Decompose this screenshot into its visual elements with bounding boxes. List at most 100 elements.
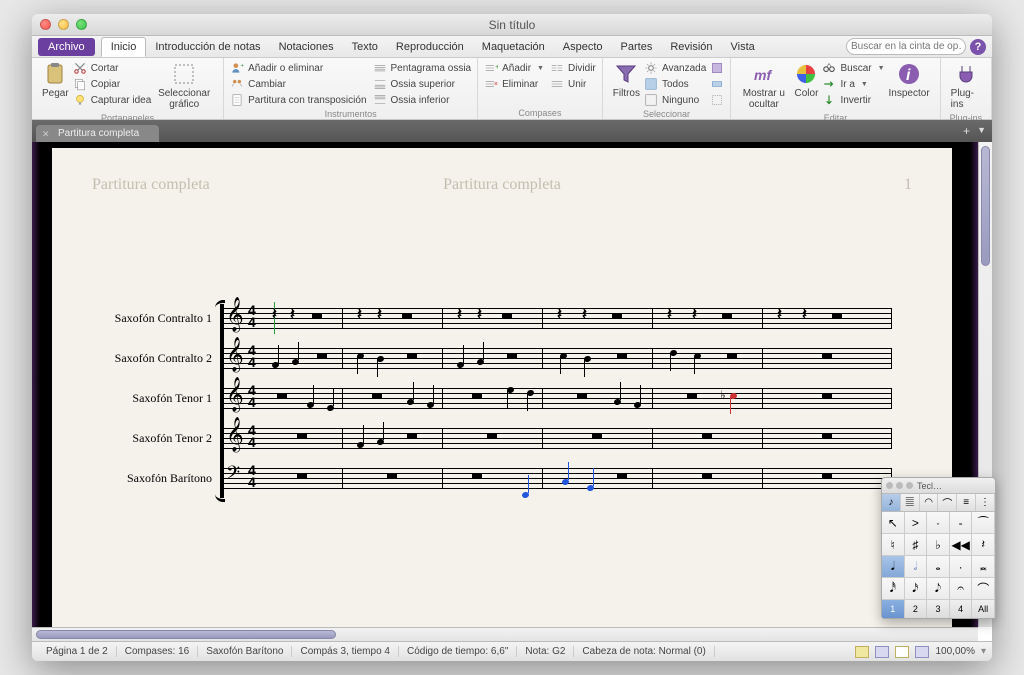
view-mode-icon-4[interactable] (915, 646, 929, 658)
file-menu-button[interactable]: Archivo (38, 38, 95, 56)
invert-button[interactable]: Invertir (822, 92, 884, 108)
tab-partes[interactable]: Partes (612, 38, 662, 56)
status-bars[interactable]: Compases: 16 (117, 646, 198, 657)
inspector-button[interactable]: i Inspector (885, 60, 934, 112)
staff[interactable]: 𝄞 44 𝄽𝄽 𝄽𝄽 𝄽𝄽 𝄽𝄽 𝄽𝄽 𝄽𝄽 (222, 302, 892, 334)
staff[interactable]: 𝄢 44 (222, 462, 892, 494)
time-signature: 44 (248, 464, 256, 488)
keypad-tab-5[interactable]: ≡ (957, 494, 976, 511)
keypad-key-sharp[interactable]: ♯ (905, 534, 928, 556)
ossia-staff-button[interactable]: Pentagrama ossia (373, 60, 472, 76)
select-tool-icon1[interactable] (710, 61, 724, 75)
goto-button[interactable]: Ir a▼ (822, 76, 884, 92)
keypad-key-16th[interactable]: 𝅘𝅥𝅯 (905, 578, 928, 600)
color-button[interactable]: Color (790, 60, 822, 112)
keypad-key-accent[interactable]: > (905, 512, 928, 534)
keypad-key-flat[interactable]: ♭ (927, 534, 950, 556)
tab-maquetacion[interactable]: Maquetación (473, 38, 554, 56)
capture-idea-button[interactable]: Capturar idea (73, 92, 152, 108)
transpose-score-button[interactable]: Partitura con transposición (230, 92, 366, 108)
keypad-title[interactable]: Tecl… (882, 478, 995, 494)
help-icon[interactable]: ? (970, 39, 986, 55)
show-hide-button[interactable]: mf Mostrar u ocultar (737, 60, 790, 112)
zoom-level[interactable]: 100,00% (935, 646, 974, 657)
keypad-key-breve[interactable]: 𝅜 (972, 556, 995, 578)
staff[interactable]: 𝄞 44 (222, 342, 892, 374)
tab-introduccion[interactable]: Introducción de notas (146, 38, 269, 56)
keypad-key-8th[interactable]: 𝅘𝅥𝅮 (927, 578, 950, 600)
scrollbar-thumb[interactable] (981, 146, 990, 266)
tab-reproduccion[interactable]: Reproducción (387, 38, 473, 56)
cut-button[interactable]: Cortar (73, 60, 152, 76)
keypad-voice-all[interactable]: All (972, 600, 995, 618)
tab-texto[interactable]: Texto (343, 38, 387, 56)
keypad-voice-1[interactable]: 1 (882, 600, 905, 618)
filters-button[interactable]: Filtros (609, 60, 644, 108)
horizontal-scrollbar[interactable] (32, 627, 978, 641)
keypad-tab-2[interactable]: 𝄚 (901, 494, 920, 511)
paste-button[interactable]: Pegar (38, 60, 73, 112)
scrollbar-thumb[interactable] (36, 630, 336, 639)
copy-button[interactable]: Copiar (73, 76, 152, 92)
gear-icon (644, 61, 658, 75)
select-all-button[interactable]: Todos (644, 76, 706, 92)
titlebar: Sin título (32, 14, 992, 36)
remove-bar-button[interactable]: ×Eliminar (484, 76, 544, 92)
join-bar-button[interactable]: Unir (550, 76, 596, 92)
ossia-below-button[interactable]: Ossia inferior (373, 92, 472, 108)
keypad-tab-3[interactable]: ◠ (920, 494, 939, 511)
tab-vista[interactable]: Vista (722, 38, 764, 56)
staff[interactable]: 𝄞 44 (222, 382, 892, 414)
keypad-key-natural[interactable]: ♮ (882, 534, 905, 556)
add-bar-button[interactable]: +Añadir▼ (484, 60, 544, 76)
add-remove-instrument-button[interactable]: +Añadir o eliminar (230, 60, 366, 76)
add-tab-button[interactable]: + (963, 124, 970, 138)
keypad-key-staccato[interactable]: · (927, 512, 950, 534)
advanced-select-button[interactable]: Avanzada (644, 60, 706, 76)
keypad-panel[interactable]: Tecl… ♪ 𝄚 ◠ ⌒ ≡ ⋮ ↖ > · - ⁀ ♮ ♯ ♭ ◀◀ 𝄽 𝅘… (881, 477, 996, 619)
zoom-dropdown-icon[interactable]: ▾ (981, 646, 986, 657)
keypad-voice-2[interactable]: 2 (905, 600, 928, 618)
keypad-key-dot[interactable]: · (950, 556, 973, 578)
tab-menu-button[interactable]: ▼ (977, 125, 986, 135)
select-tool-icon2[interactable] (710, 77, 724, 91)
find-button[interactable]: Buscar▼ (822, 60, 884, 76)
keypad-voice-4[interactable]: 4 (950, 600, 973, 618)
keypad-key-fermata[interactable]: 𝄐 (950, 578, 973, 600)
tab-revision[interactable]: Revisión (661, 38, 721, 56)
keypad-tab-6[interactable]: ⋮ (976, 494, 995, 511)
select-graphic-button[interactable]: Seleccionar gráfico (151, 60, 217, 112)
tab-aspecto[interactable]: Aspecto (554, 38, 612, 56)
keypad-key-whole[interactable]: 𝅝 (927, 556, 950, 578)
change-instrument-button[interactable]: Cambiar (230, 76, 366, 92)
keypad-tab-4[interactable]: ⌒ (938, 494, 957, 511)
keypad-tab-1[interactable]: ♪ (882, 494, 901, 511)
funnel-icon (614, 62, 638, 86)
view-mode-icon-1[interactable] (855, 646, 869, 658)
keypad-key-cursor[interactable]: ↖ (882, 512, 905, 534)
divide-bar-button[interactable]: Dividir (550, 60, 596, 76)
view-mode-icon-2[interactable] (875, 646, 889, 658)
select-tool-icon3[interactable] (710, 93, 724, 107)
keypad-key-rewind[interactable]: ◀◀ (950, 534, 973, 556)
tab-inicio[interactable]: Inicio (101, 37, 147, 57)
status-page[interactable]: Página 1 de 2 (38, 646, 117, 657)
keypad-key-tenuto[interactable]: - (950, 512, 973, 534)
close-tab-icon[interactable]: ✕ (42, 129, 50, 140)
staff[interactable]: 𝄞 44 (222, 422, 892, 454)
view-mode-icon-3[interactable] (895, 646, 909, 658)
score-canvas[interactable]: Partitura completa Partitura completa 1 … (32, 142, 992, 627)
select-none-button[interactable]: Ninguno (644, 92, 706, 108)
keypad-key-32nd[interactable]: 𝅘𝅥𝅰 (882, 578, 905, 600)
ossia-above-button[interactable]: Ossia superior (373, 76, 472, 92)
keypad-key-tie[interactable]: ⁀ (972, 512, 995, 534)
document-tab[interactable]: ✕ Partitura completa (36, 125, 159, 142)
keypad-voice-3[interactable]: 3 (927, 600, 950, 618)
keypad-key-slur[interactable]: ⌒ (972, 578, 995, 600)
tab-notaciones[interactable]: Notaciones (270, 38, 343, 56)
keypad-key-quarter[interactable]: 𝅘𝅥 (882, 556, 905, 578)
search-input[interactable] (846, 38, 966, 55)
plugins-button[interactable]: Plug-ins (947, 60, 985, 112)
keypad-key-restentry[interactable]: 𝄽 (972, 534, 995, 556)
keypad-key-half[interactable]: 𝅗𝅥 (905, 556, 928, 578)
